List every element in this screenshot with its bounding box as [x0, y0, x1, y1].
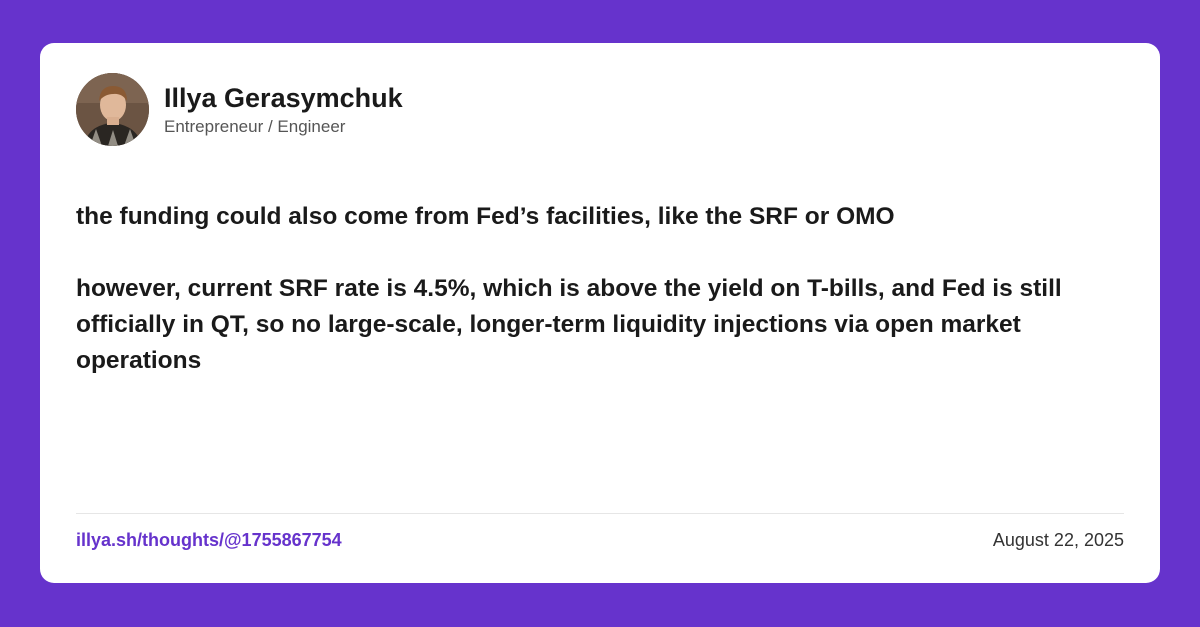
post-body: the funding could also come from Fed’s f…	[76, 199, 1116, 379]
avatar-photo	[76, 73, 149, 146]
footer-divider	[76, 513, 1124, 514]
post-date: August 22, 2025	[992, 530, 1124, 550]
avatar[interactable]	[76, 73, 149, 146]
post-permalink[interactable]: illya.sh/thoughts/@1755867754	[76, 530, 342, 551]
post-paragraph: the funding could also come from Fed’s f…	[76, 203, 895, 230]
author-role: Entrepreneur / Engineer	[164, 117, 346, 136]
post-paragraph: however, current SRF rate is 4.5%, which…	[76, 275, 1062, 374]
post-card: Illya Gerasymchuk Entrepreneur / Enginee…	[40, 43, 1160, 583]
author-name: Illya Gerasymchuk	[164, 83, 403, 113]
